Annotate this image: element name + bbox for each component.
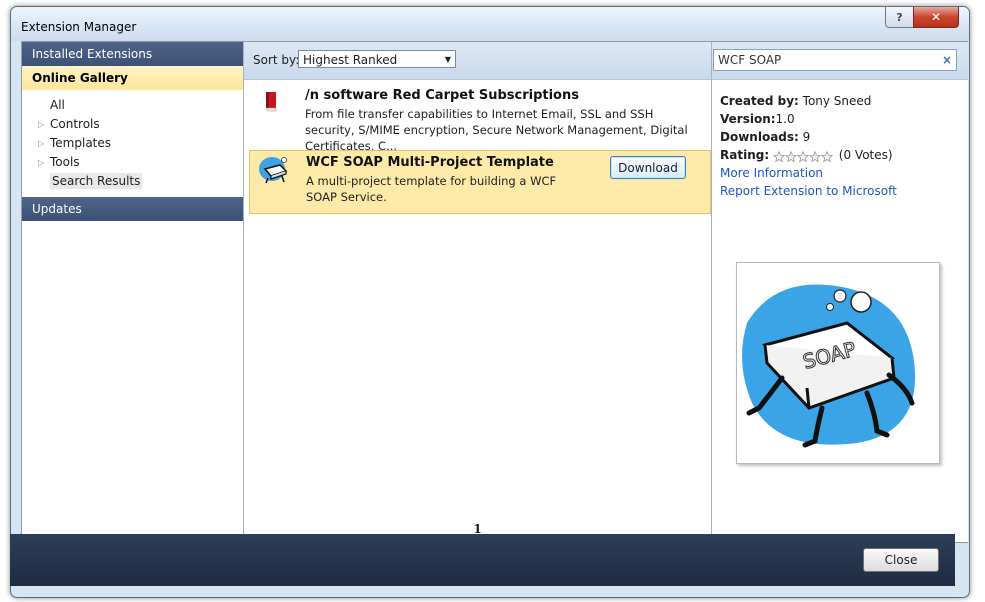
client-area: Installed Extensions Online Gallery All … [21, 41, 968, 543]
sort-toolbar: Sort by: Highest Ranked ▼ [244, 42, 711, 80]
sort-value: Highest Ranked [303, 53, 398, 67]
nav-item-label: All [50, 98, 65, 112]
created-by-row: Created by: Tony Sneed [720, 92, 897, 110]
title-bar[interactable]: Extension Manager ? ✕ [11, 7, 969, 41]
expand-triangle-icon[interactable]: ▷ [38, 153, 44, 172]
red-book-icon [263, 90, 279, 115]
result-title: /n software Red Carpet Subscriptions [305, 88, 579, 103]
nav-online-gallery[interactable]: Online Gallery [22, 66, 243, 90]
soap-bar-icon [258, 155, 292, 188]
close-button[interactable]: Close [863, 548, 939, 572]
nav-item-templates[interactable]: ▷ Templates [22, 134, 243, 153]
result-title: WCF SOAP Multi-Project Template [306, 155, 554, 170]
nav-updates[interactable]: Updates [22, 197, 243, 221]
report-extension-link[interactable]: Report Extension to Microsoft [720, 182, 897, 200]
nav-installed-extensions[interactable]: Installed Extensions [22, 42, 243, 66]
results-panel: Sort by: Highest Ranked ▼ /n software Re… [244, 42, 711, 542]
search-input[interactable] [713, 49, 957, 71]
nav-item-label: Controls [50, 117, 100, 131]
created-by-label: Created by: [720, 94, 799, 108]
extension-details: Created by: Tony Sneed Version:1.0 Downl… [720, 92, 897, 200]
details-panel: × Created by: Tony Sneed Version:1.0 Dow… [711, 42, 968, 542]
download-button[interactable]: Download [610, 156, 686, 179]
nav-item-tools[interactable]: ▷ Tools [22, 153, 243, 172]
version-label: Version: [720, 112, 776, 126]
window-close-button[interactable]: ✕ [913, 7, 959, 28]
result-description: A multi-project template for building a … [306, 174, 557, 204]
nav-item-controls[interactable]: ▷ Controls [22, 115, 243, 134]
search-bar: × [712, 42, 968, 80]
rating-row: Rating: (0 Votes) [720, 146, 897, 164]
nav-tree: All ▷ Controls ▷ Templates ▷ Tools Searc… [22, 90, 243, 197]
window-title: Extension Manager [21, 20, 137, 34]
clear-search-icon[interactable]: × [942, 53, 952, 67]
nav-item-all[interactable]: All [22, 96, 243, 115]
rating-label: Rating: [720, 148, 770, 162]
nav-panel: Installed Extensions Online Gallery All … [22, 42, 244, 542]
rating-stars-icon[interactable] [772, 150, 835, 162]
dropdown-arrow-icon: ▼ [444, 55, 451, 64]
nav-item-label: Search Results [50, 173, 143, 189]
downloads-value: 9 [802, 130, 811, 144]
nav-item-label: Templates [50, 136, 112, 150]
version-row: Version:1.0 [720, 110, 897, 128]
help-button[interactable]: ? [885, 7, 914, 28]
downloads-label: Downloads: [720, 130, 799, 144]
results-list: /n software Red Carpet Subscriptions Fro… [249, 84, 711, 214]
created-by-value: Tony Sneed [802, 94, 872, 108]
rating-votes: (0 Votes) [838, 148, 893, 162]
sort-label: Sort by: [253, 53, 300, 67]
sort-dropdown[interactable]: Highest Ranked ▼ [298, 50, 456, 68]
nav-item-search-results[interactable]: Search Results [22, 172, 243, 191]
result-item[interactable]: /n software Red Carpet Subscriptions Fro… [249, 84, 711, 153]
dialog-footer [10, 534, 955, 586]
expand-triangle-icon[interactable]: ▷ [38, 115, 44, 134]
downloads-row: Downloads: 9 [720, 128, 897, 146]
extension-manager-window: Extension Manager ? ✕ Installed Extensio… [10, 6, 970, 598]
more-information-link[interactable]: More Information [720, 164, 897, 182]
result-description: From file transfer capabilities to Inter… [305, 107, 688, 153]
version-value: 1.0 [775, 112, 795, 126]
soap-character-illustration: SOAP [742, 284, 916, 448]
result-item-selected[interactable]: WCF SOAP Multi-Project Template A multi-… [249, 150, 711, 214]
preview-image: SOAP [736, 262, 940, 464]
nav-item-label: Tools [50, 155, 80, 169]
expand-triangle-icon[interactable]: ▷ [38, 134, 44, 153]
